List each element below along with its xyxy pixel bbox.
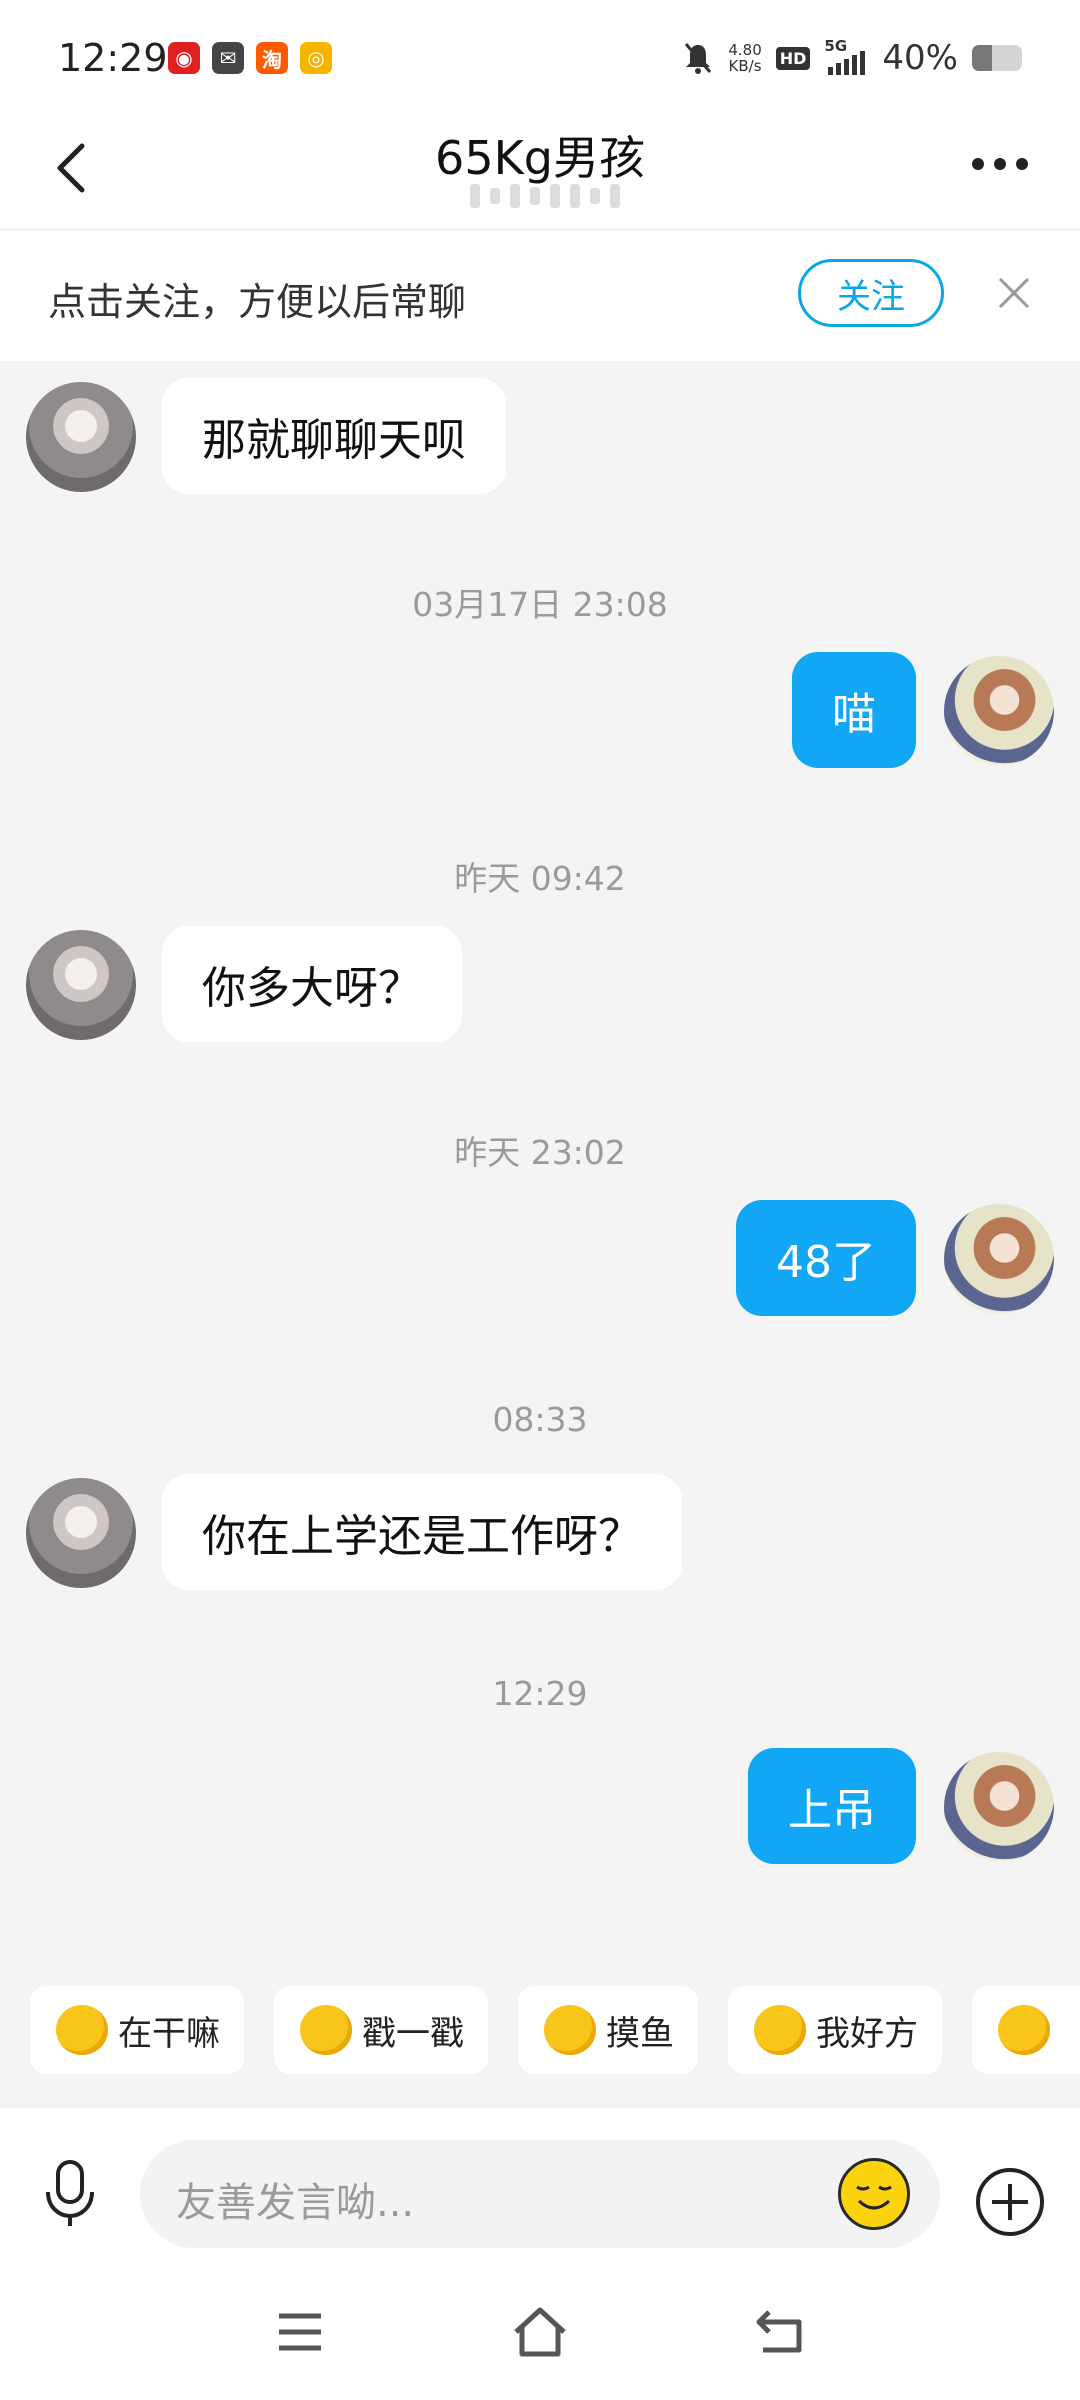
taobao-icon: 淘 xyxy=(256,42,288,74)
quick-action-chip[interactable]: 在干嘛 xyxy=(30,1986,244,2074)
mute-bell-icon xyxy=(685,43,712,74)
more-emoji-icon xyxy=(998,2005,1050,2055)
emoji-icon[interactable] xyxy=(838,2158,910,2230)
status-bar: 12:29 ◉ ✉ 淘 ◎ 4.80 KB/s HD 5G 40% xyxy=(0,0,1080,120)
input-bar: 友善发言呦... xyxy=(0,2108,1080,2270)
menu-icon[interactable] xyxy=(275,2308,325,2356)
more-options-icon[interactable] xyxy=(972,158,1028,170)
received-message-bubble[interactable]: 那就聊聊天呗 xyxy=(162,378,506,494)
chat-header: 65Kg男孩 xyxy=(0,120,1080,228)
quick-action-bar: 在干嘛 戳一戳 摸鱼 我好方 xyxy=(30,1986,1080,2076)
signal-icon: 5G xyxy=(824,37,868,75)
input-placeholder: 友善发言呦... xyxy=(176,2180,415,2226)
net-speed: 4.80 KB/s xyxy=(728,41,762,75)
slacking-emoji-icon xyxy=(544,2005,596,2055)
timestamp: 03月17日 23:08 xyxy=(412,585,668,624)
quick-action-chip[interactable]: 戳一戳 xyxy=(274,1986,488,2074)
timestamp: 12:29 xyxy=(492,1674,588,1713)
quick-action-label: 摸鱼 xyxy=(606,2013,674,2054)
sent-message-bubble[interactable]: 上吊 xyxy=(748,1748,916,1864)
sent-message-bubble[interactable]: 48了 xyxy=(736,1200,916,1316)
contact-avatar[interactable] xyxy=(26,382,136,492)
message-input[interactable]: 友善发言呦... xyxy=(140,2140,940,2248)
busy-emoji-icon xyxy=(56,2005,108,2055)
timestamp: 08:33 xyxy=(492,1400,588,1439)
hd-badge: HD xyxy=(775,46,811,70)
battery-icon xyxy=(972,45,1022,71)
blurred-status-text xyxy=(470,182,620,210)
timestamp: 昨天 09:42 xyxy=(454,859,626,898)
battery-percent: 40% xyxy=(882,38,958,78)
sent-message-bubble[interactable]: 喵 xyxy=(792,652,916,768)
follow-prompt: 点击关注，方便以后常聊 xyxy=(48,280,467,324)
quick-action-label: 在干嘛 xyxy=(118,2013,220,2054)
received-message-bubble[interactable]: 你多大呀？ xyxy=(162,926,462,1042)
mail-icon: ✉ xyxy=(212,42,244,74)
quick-action-chip[interactable]: 我好方 xyxy=(728,1986,942,2074)
follow-button[interactable]: 关注 xyxy=(798,259,944,327)
contact-avatar[interactable] xyxy=(26,1478,136,1588)
microphone-icon[interactable] xyxy=(38,2158,102,2228)
my-avatar[interactable] xyxy=(944,1752,1054,1862)
home-icon[interactable] xyxy=(510,2304,570,2360)
system-nav-bar xyxy=(0,2270,1080,2400)
close-icon[interactable] xyxy=(994,273,1034,313)
follow-banner: 点击关注，方便以后常聊 关注 xyxy=(0,230,1080,361)
timestamp: 昨天 23:02 xyxy=(454,1133,626,1172)
quick-action-label: 我好方 xyxy=(816,2013,918,2054)
my-avatar[interactable] xyxy=(944,1204,1054,1314)
contact-avatar[interactable] xyxy=(26,930,136,1040)
weibo-icon: ◎ xyxy=(300,42,332,74)
status-indicators: 4.80 KB/s HD 5G 40% xyxy=(682,37,1022,78)
status-time: 12:29 xyxy=(58,36,168,80)
notification-icons: ◉ ✉ 淘 ◎ xyxy=(168,42,332,74)
quick-action-chip[interactable] xyxy=(972,1986,1080,2074)
quick-action-chip[interactable]: 摸鱼 xyxy=(518,1986,698,2074)
received-message-bubble[interactable]: 你在上学还是工作呀？ xyxy=(162,1474,682,1590)
poke-hand-icon xyxy=(300,2005,352,2055)
netease-music-icon: ◉ xyxy=(168,42,200,74)
quick-action-label: 戳一戳 xyxy=(362,2013,464,2054)
back-nav-icon[interactable] xyxy=(755,2304,807,2356)
my-avatar[interactable] xyxy=(944,656,1054,766)
square-emoji-icon xyxy=(754,2005,806,2055)
contact-name[interactable]: 65Kg男孩 xyxy=(0,122,1080,188)
add-plus-icon[interactable] xyxy=(974,2166,1046,2238)
